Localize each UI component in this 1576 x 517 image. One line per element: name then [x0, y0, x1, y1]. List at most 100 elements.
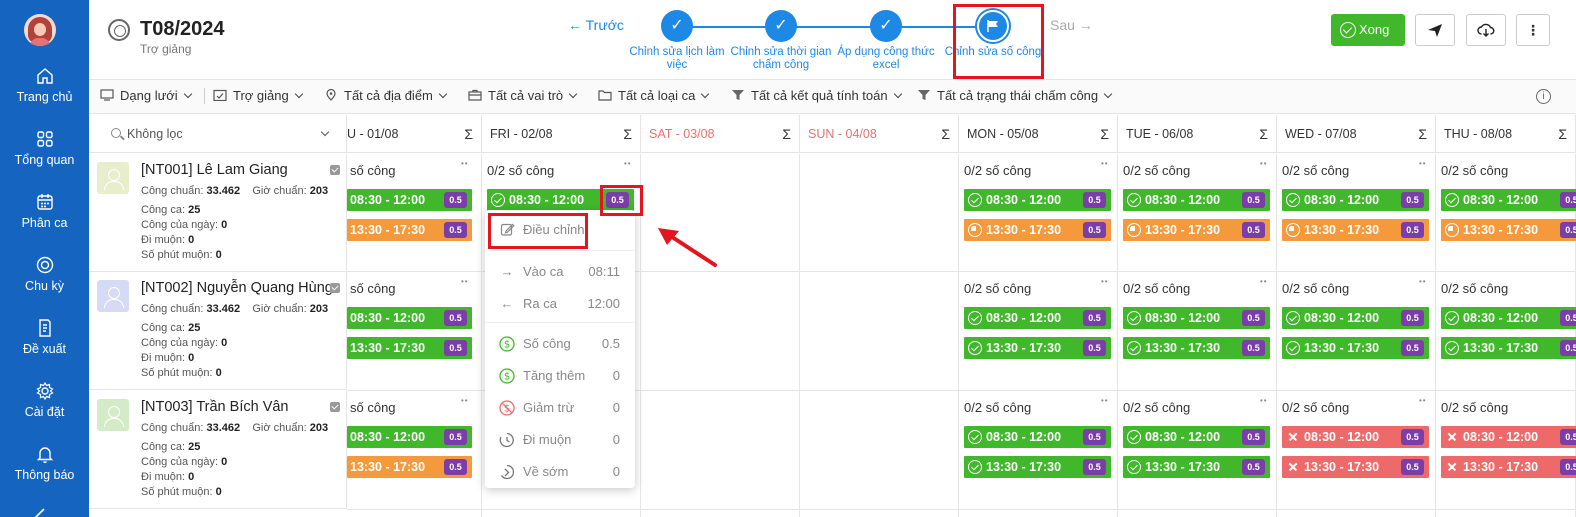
cell-work-summary[interactable]: 0/2 số công: [964, 400, 1031, 415]
cell-more-icon[interactable]: ••: [1101, 159, 1109, 168]
column-header-day[interactable]: WED - 07/08 Σ: [1277, 115, 1436, 153]
cell-work-summary[interactable]: 0/2 số công: [1123, 281, 1190, 296]
shift-block[interactable]: 13:30 - 17:30 0.5: [347, 456, 472, 478]
shift-block[interactable]: 08:30 - 12:00 0.5: [1441, 426, 1576, 448]
shift-block[interactable]: 08:30 - 12:00 0.5: [1282, 426, 1429, 448]
shift-block[interactable]: 08:30 - 12:00 0.5: [347, 307, 472, 329]
work-value-badge[interactable]: 0.5: [444, 310, 467, 326]
sidebar-item-notifications[interactable]: Thông báo: [0, 444, 89, 482]
role-group-dropdown[interactable]: Trợ giảng: [213, 88, 303, 103]
step-3-check-icon[interactable]: ✓: [870, 10, 902, 42]
sum-icon[interactable]: Σ: [464, 115, 473, 153]
shift-block[interactable]: 08:30 - 12:00 0.5: [1123, 426, 1270, 448]
cell-work-summary[interactable]: 0/2 số công: [964, 163, 1031, 178]
work-value-badge[interactable]: 0.5: [1560, 310, 1576, 326]
sum-icon[interactable]: Σ: [1418, 115, 1427, 153]
cell-work-summary[interactable]: 0/2 số công: [1282, 400, 1349, 415]
column-header-day[interactable]: SAT - 03/08 Σ: [641, 115, 800, 153]
pencil-icon[interactable]: [30, 503, 50, 517]
cell-more-icon[interactable]: ••: [1419, 396, 1427, 405]
column-header-day[interactable]: FRI - 02/08 Σ: [482, 115, 641, 153]
calc-result-dropdown[interactable]: Tất cả kết quả tính toán: [731, 88, 902, 103]
cell-work-summary[interactable]: số công: [350, 163, 396, 178]
shift-block[interactable]: 13:30 - 17:30 0.5: [1123, 337, 1270, 359]
column-header-day[interactable]: TUE - 06/08 Σ: [1118, 115, 1277, 153]
work-value-badge[interactable]: 0.5: [1401, 192, 1424, 208]
cell-work-summary[interactable]: 0/2 số công: [1441, 281, 1508, 296]
sidebar-item-home[interactable]: Trang chủ: [0, 66, 89, 104]
cell-work-summary[interactable]: 0/2 số công: [1441, 400, 1508, 415]
shift-block[interactable]: 13:30 - 17:30 0.5: [1441, 456, 1576, 478]
cell-more-icon[interactable]: ••: [1101, 396, 1109, 405]
cell-work-summary[interactable]: 0/2 số công: [1123, 400, 1190, 415]
work-value-badge[interactable]: 0.5: [1242, 340, 1265, 356]
shift-block[interactable]: 08:30 - 12:00 0.5: [964, 189, 1111, 211]
cell-more-icon[interactable]: ••: [624, 159, 632, 168]
shift-block[interactable]: 13:30 - 17:30 0.5: [964, 456, 1111, 478]
work-value-badge[interactable]: 0.5: [444, 429, 467, 445]
work-value-badge[interactable]: 0.5: [444, 222, 467, 238]
checkbox-icon[interactable]: [330, 283, 340, 293]
prev-step-button[interactable]: ← Trước: [568, 17, 624, 33]
shift-block[interactable]: 13:30 - 17:30 0.5: [1282, 337, 1429, 359]
shift-block[interactable]: 08:30 - 12:00 0.5: [964, 307, 1111, 329]
sum-icon[interactable]: Σ: [1259, 115, 1268, 153]
sidebar-item-cycle[interactable]: Chu kỳ: [0, 255, 89, 293]
shift-block[interactable]: 13:30 - 17:30 0.5: [964, 219, 1111, 241]
cell-work-summary[interactable]: số công: [350, 281, 396, 296]
cell-work-summary[interactable]: 0/2 số công: [1282, 163, 1349, 178]
cell-more-icon[interactable]: ••: [1260, 159, 1268, 168]
shift-block[interactable]: 13:30 - 17:30 0.5: [1441, 337, 1576, 359]
cell-more-icon[interactable]: ••: [1419, 277, 1427, 286]
shift-block[interactable]: 08:30 - 12:00 0.5: [1123, 189, 1270, 211]
attendance-status-dropdown[interactable]: Tất cả trạng thái chấm công: [917, 88, 1113, 103]
work-value-badge[interactable]: 0.5: [1083, 340, 1106, 356]
shift-block[interactable]: 08:30 - 12:00 0.5: [1123, 307, 1270, 329]
work-value-badge[interactable]: 0.5: [1401, 340, 1424, 356]
column-header-day[interactable]: U - 01/08 Σ: [347, 115, 482, 153]
work-value-badge[interactable]: 0.5: [1083, 459, 1106, 475]
shift-block[interactable]: 13:30 - 17:30 0.5: [1123, 456, 1270, 478]
work-value-badge[interactable]: 0.5: [1242, 310, 1265, 326]
sum-icon[interactable]: Σ: [1100, 115, 1109, 153]
work-value-badge[interactable]: 0.5: [1083, 192, 1106, 208]
cell-work-summary[interactable]: 0/2 số công: [1123, 163, 1190, 178]
work-value-badge[interactable]: 0.5: [444, 459, 467, 475]
sidebar-item-settings[interactable]: Cài đặt: [0, 381, 89, 419]
work-value-badge[interactable]: 0.5: [1242, 192, 1265, 208]
next-step-button[interactable]: Sau →: [1050, 17, 1093, 33]
cell-work-summary[interactable]: 0/2 số công: [1282, 281, 1349, 296]
shift-block[interactable]: 13:30 - 17:30 0.5: [1441, 219, 1576, 241]
sum-icon[interactable]: Σ: [1558, 115, 1567, 153]
sidebar-item-proposal[interactable]: Đề xuất: [0, 318, 89, 356]
work-value-badge[interactable]: 0.5: [1401, 310, 1424, 326]
cell-work-summary[interactable]: 0/2 số công: [487, 163, 554, 178]
sidebar-item-shifts[interactable]: Phân ca: [0, 192, 89, 230]
shift-block[interactable]: 08:30 - 12:00 0.5: [1441, 189, 1576, 211]
employee-name[interactable]: [NT003] Trần Bích Vân: [141, 399, 289, 415]
shift-block[interactable]: 13:30 - 17:30 0.5: [1282, 219, 1429, 241]
work-value-badge[interactable]: 0.5: [1242, 459, 1265, 475]
work-value-badge[interactable]: 0.5: [1083, 310, 1106, 326]
cell-more-icon[interactable]: ••: [1260, 396, 1268, 405]
cell-more-icon[interactable]: ••: [461, 159, 469, 168]
cell-work-summary[interactable]: 0/2 số công: [964, 281, 1031, 296]
info-icon[interactable]: i: [1536, 89, 1551, 104]
shift-block[interactable]: 13:30 - 17:30 0.5: [347, 219, 472, 241]
cell-more-icon[interactable]: ••: [1419, 159, 1427, 168]
employee-name[interactable]: [NT002] Nguyễn Quang Hùng: [141, 280, 333, 296]
cell-more-icon[interactable]: ••: [461, 277, 469, 286]
employee-filter-dropdown[interactable]: Không lọc: [89, 115, 347, 153]
work-value-badge[interactable]: 0.5: [1083, 222, 1106, 238]
cell-more-icon[interactable]: ••: [1260, 277, 1268, 286]
shift-block[interactable]: 08:30 - 12:00 0.5: [964, 426, 1111, 448]
sidebar-item-overview[interactable]: Tổng quan: [0, 129, 89, 167]
cell-work-summary[interactable]: 0/2 số công: [1441, 163, 1508, 178]
shift-block[interactable]: 08:30 - 12:00 0.5: [347, 189, 472, 211]
work-value-badge[interactable]: 0.5: [444, 192, 467, 208]
shift-block[interactable]: 08:30 - 12:00 0.5: [347, 426, 472, 448]
sum-icon[interactable]: Σ: [623, 115, 632, 153]
cell-more-icon[interactable]: ••: [461, 396, 469, 405]
shift-block[interactable]: 13:30 - 17:30 0.5: [964, 337, 1111, 359]
shift-block[interactable]: 08:30 - 12:00 0.5: [1282, 189, 1429, 211]
